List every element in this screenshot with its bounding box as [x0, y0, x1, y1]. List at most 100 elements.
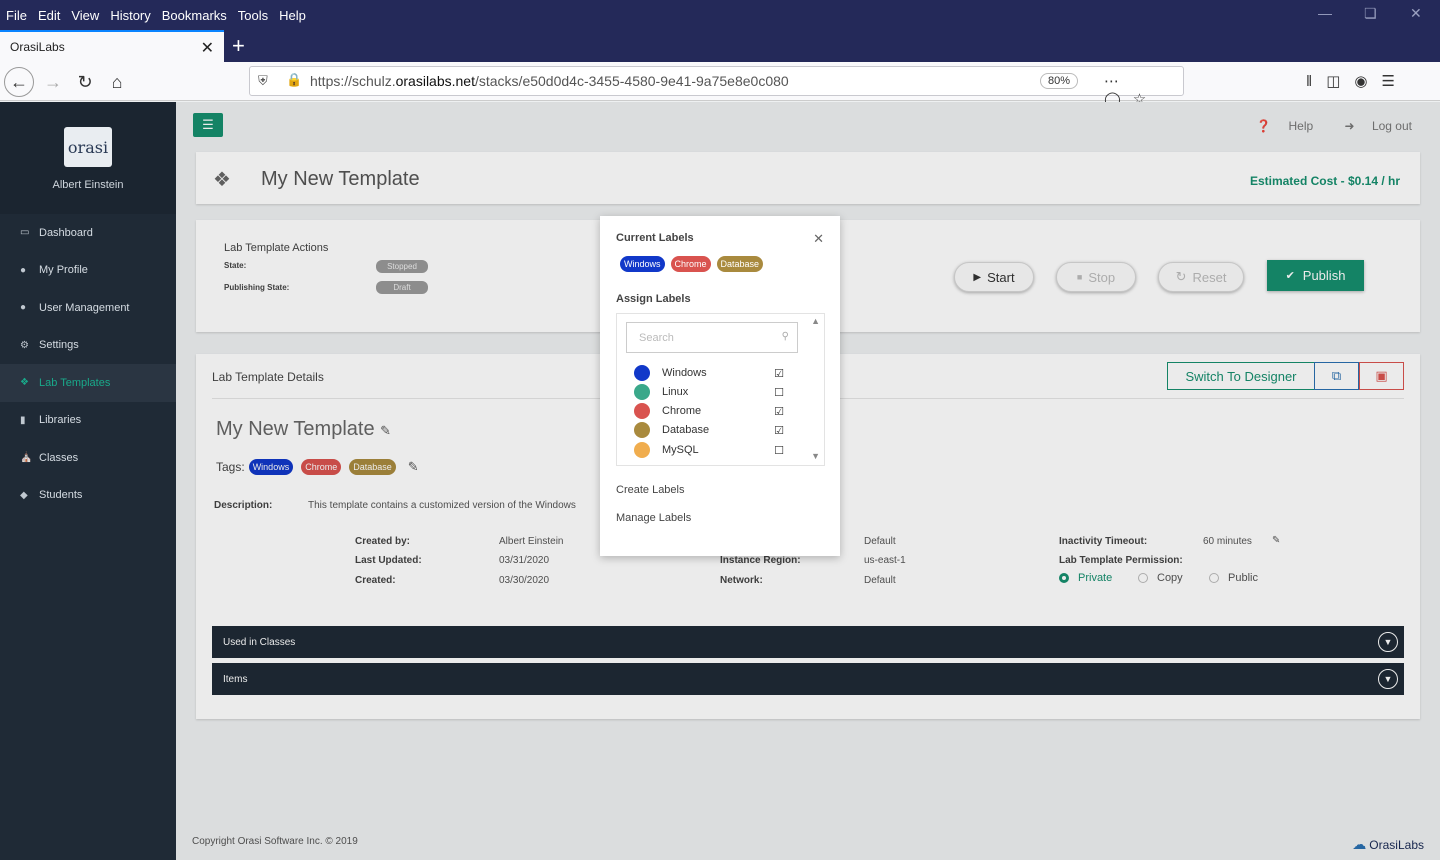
sidebar-profile: orasi Albert Einstein: [0, 102, 176, 214]
shield-icon[interactable]: ⛨: [258, 73, 268, 89]
search-placeholder: Search: [639, 331, 674, 344]
sidebar-item-dashboard[interactable]: ▭ Dashboard: [0, 214, 176, 252]
checkbox-unchecked-icon[interactable]: ☐: [774, 386, 784, 399]
label-option-name: Database: [662, 424, 710, 436]
back-icon[interactable]: ←: [4, 67, 34, 97]
sidebar-item-label: Settings: [39, 339, 79, 352]
scroll-up-icon[interactable]: ▲: [811, 316, 820, 326]
url-prefix: https://schulz.: [310, 73, 396, 89]
label-option-name: MySQL: [662, 444, 699, 456]
sidebar-item-libraries[interactable]: ▮ Libraries: [0, 402, 176, 440]
sidebar-item-lab-templates[interactable]: ❖ Lab Templates: [0, 364, 176, 402]
sidebar-item-my-profile[interactable]: ● My Profile: [0, 252, 176, 290]
current-label-chrome: Chrome: [670, 256, 711, 272]
scroll-down-icon[interactable]: ▼: [811, 451, 820, 461]
menu-tools[interactable]: Tools: [238, 8, 268, 23]
browser-tab[interactable]: OrasiLabs ✕: [0, 30, 224, 62]
current-labels-heading: Current Labels: [616, 232, 694, 244]
menu-file[interactable]: File: [6, 8, 27, 23]
assign-labels-heading: Assign Labels: [616, 293, 691, 305]
monitor-icon: ▭: [20, 227, 30, 239]
label-color-dot: [634, 384, 650, 400]
user-name: Albert Einstein: [52, 179, 124, 191]
close-icon[interactable]: ✕: [813, 231, 824, 247]
label-color-dot: [634, 365, 650, 381]
sidebar-item-label: Dashboard: [39, 226, 93, 239]
browser-menubar: File Edit View History Bookmarks Tools H…: [0, 0, 1440, 30]
sidebar-item-label: User Management: [39, 301, 130, 314]
url-bar[interactable]: ⛨ 🔒 https://schulz. orasilabs.net/stacks/…: [249, 66, 1184, 108]
label-option-mysql[interactable]: MySQL ☐: [634, 441, 784, 459]
label-search-input[interactable]: Search ⚲: [626, 322, 798, 353]
home-icon[interactable]: ⌂: [102, 67, 132, 97]
forward-icon[interactable]: →: [38, 67, 68, 97]
reload-icon[interactable]: ↻: [70, 67, 100, 97]
toolbar-icons: ‖◫◉☰: [1306, 72, 1409, 90]
sidebar-item-settings[interactable]: ⚙ Settings: [0, 327, 176, 365]
sidebar-item-classes[interactable]: ⛪ Classes: [0, 439, 176, 477]
label-option-database[interactable]: Database ☑: [634, 421, 784, 439]
gear-icon: ⚙: [20, 339, 29, 351]
label-option-windows[interactable]: Windows ☑: [634, 364, 784, 382]
sidebar-item-label: Students: [39, 489, 83, 502]
label-color-dot: [634, 403, 650, 419]
current-label-database: Database: [716, 256, 764, 272]
sidebar-item-user-management[interactable]: ● User Management: [0, 289, 176, 327]
search-icon: ⚲: [781, 331, 789, 342]
cubes-icon: ❖: [20, 377, 29, 389]
browser-tabbar: OrasiLabs ✕ +: [0, 30, 1440, 62]
lock-icon[interactable]: 🔒: [286, 72, 302, 88]
menu-edit[interactable]: Edit: [38, 8, 60, 23]
checkbox-unchecked-icon[interactable]: ☐: [774, 444, 784, 457]
institution-icon: ⛪: [20, 452, 33, 464]
tab-title: OrasiLabs: [10, 40, 65, 54]
label-option-name: Windows: [662, 367, 707, 379]
restore-icon[interactable]: ❏: [1364, 5, 1377, 22]
label-option-name: Linux: [662, 386, 689, 398]
window-close-icon[interactable]: ✕: [1410, 5, 1422, 22]
hamburger-menu-icon[interactable]: ☰: [1381, 73, 1408, 90]
sidebar-item-label: Libraries: [39, 414, 82, 427]
library-icon[interactable]: ‖: [1306, 73, 1326, 90]
tab-close-icon[interactable]: ✕: [201, 38, 214, 58]
assign-labels-list: ▲ Search ⚲ Windows ☑ Linux ☐ Chrome ☑ Da…: [616, 313, 825, 466]
sidebar-item-label: Classes: [39, 451, 79, 464]
new-tab-icon[interactable]: +: [232, 33, 245, 59]
current-labels: Windows Chrome Database: [620, 256, 769, 272]
sidebar: orasi Albert Einstein ▭ Dashboard ● My Pro…: [0, 102, 176, 860]
logo-text: orasi: [67, 137, 109, 157]
url-path: /stacks/e50d0d4c-3455-4580-9e41-9a75e8e0…: [474, 73, 789, 89]
menu-history[interactable]: History: [110, 8, 150, 23]
book-icon: ▮: [20, 414, 26, 426]
manage-labels-link[interactable]: Manage Labels: [616, 512, 691, 524]
sidebar-item-label: My Profile: [39, 264, 88, 277]
url-host: orasilabs.net: [395, 73, 475, 89]
current-label-windows: Windows: [620, 256, 665, 272]
checkbox-checked-icon[interactable]: ☑: [774, 424, 784, 437]
labels-modal: Current Labels ✕ Windows Chrome Database…: [600, 216, 840, 556]
sidebar-icon[interactable]: ◫: [1326, 73, 1354, 90]
label-option-chrome[interactable]: Chrome ☑: [634, 402, 784, 420]
label-color-dot: [634, 422, 650, 438]
user-icon: ●: [20, 264, 27, 276]
more-icon[interactable]: ⋯: [1104, 73, 1131, 90]
menu-help[interactable]: Help: [279, 8, 306, 23]
users-icon: ●: [20, 302, 27, 314]
zoom-badge[interactable]: 80%: [1040, 73, 1079, 89]
menu-view[interactable]: View: [71, 8, 99, 23]
orasi-logo: orasi: [64, 127, 112, 167]
account-icon[interactable]: ◉: [1354, 73, 1381, 90]
label-option-name: Chrome: [662, 405, 702, 417]
sidebar-item-label: Lab Templates: [39, 376, 111, 389]
sidebar-item-students[interactable]: ◆ Students: [0, 477, 176, 515]
create-labels-link[interactable]: Create Labels: [616, 484, 685, 496]
browser-navbar: ← → ↻ ⌂ ⛨ 🔒 https://schulz. orasilabs.net…: [0, 62, 1440, 108]
minimize-icon[interactable]: —: [1318, 5, 1332, 21]
graduation-cap-icon: ◆: [20, 489, 28, 501]
checkbox-checked-icon[interactable]: ☑: [774, 405, 784, 418]
label-color-dot: [634, 442, 650, 458]
checkbox-checked-icon[interactable]: ☑: [774, 367, 784, 380]
sidebar-nav: ▭ Dashboard ● My Profile ● User Management …: [0, 214, 176, 514]
menu-bookmarks[interactable]: Bookmarks: [162, 8, 227, 23]
label-option-linux[interactable]: Linux ☐: [634, 383, 784, 401]
